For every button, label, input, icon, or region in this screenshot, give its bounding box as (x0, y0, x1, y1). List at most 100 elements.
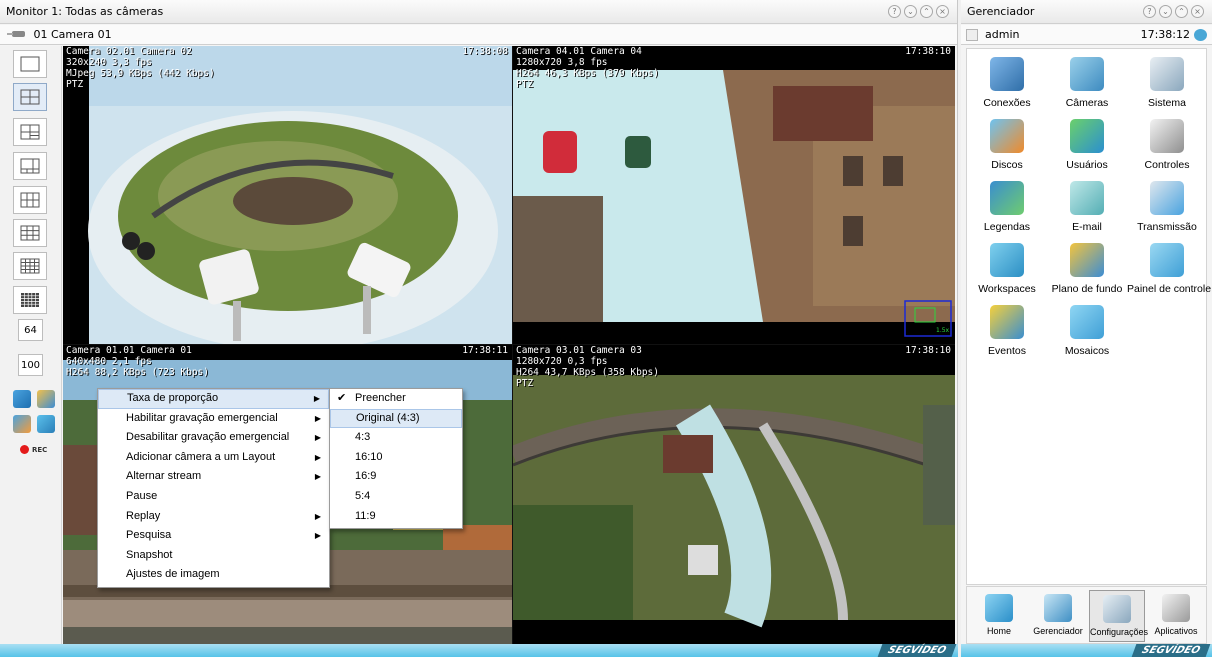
mosaics-icon (1070, 305, 1104, 339)
nav-configuracoes[interactable]: Configurações (1089, 590, 1148, 642)
submenu-arrow-icon: ▶ (314, 433, 321, 443)
tile-discos[interactable]: Discos (967, 111, 1047, 173)
tile-sistema[interactable]: Sistema (1127, 49, 1207, 111)
manager-clock: 17:38:12 (1140, 28, 1190, 41)
camera-osd-01: Camera 01.01 Camera 01 640x480 2,1 fps H… (66, 345, 209, 378)
layout-5x5-icon (21, 293, 39, 307)
menu-item-disable-emergency-rec[interactable]: Desabilitar gravação emergencial ▶ (98, 428, 329, 448)
layout-1plus5-button[interactable] (13, 152, 47, 180)
menu-item-replay[interactable]: Replay ▶ (98, 507, 329, 527)
camera-tile-03[interactable]: Camera 03.01 Camera 03 1280x720 0,3 fps … (513, 345, 955, 644)
camera-tile-04[interactable]: 1.5x Camera 04.01 Camera 04 1280x720 3,8… (513, 46, 955, 344)
tile-label: Painel de controle (1127, 283, 1212, 295)
tile-mosaicos[interactable]: Mosaicos (1047, 297, 1127, 359)
nav-label: Home (986, 626, 1011, 636)
submenu-item-5-4[interactable]: 5:4 (330, 487, 462, 507)
tile-plano-de-fundo[interactable]: Plano de fundo (1047, 235, 1127, 297)
osd-ptz: PTZ (516, 79, 534, 90)
mini-osd-label: 1.5x (936, 327, 950, 334)
menu-item-switch-stream[interactable]: Alternar stream ▶ (98, 467, 329, 487)
aspect-ratio-submenu: ✔ Preencher Original (4:3) 4:3 16:10 16:9… (329, 388, 463, 529)
nav-home[interactable]: Home (971, 590, 1027, 642)
menu-item-add-to-layout[interactable]: Adicionar câmera a um Layout ▶ (98, 448, 329, 468)
minimize-icon[interactable]: ⌄ (1159, 5, 1172, 18)
submenu-item-11-9[interactable]: 11:9 (330, 507, 462, 527)
menu-item-pause[interactable]: Pause (98, 487, 329, 507)
submenu-item-original[interactable]: Original (4:3) (330, 408, 462, 429)
status-icon (1194, 29, 1207, 41)
maximize-icon[interactable]: ⌃ (920, 5, 933, 18)
submenu-item-fill[interactable]: ✔ Preencher (330, 389, 462, 409)
tile-label: Câmeras (1065, 97, 1109, 109)
tile-transmissao[interactable]: Transmissão (1127, 173, 1207, 235)
menu-label: Adicionar câmera a um Layout (126, 450, 276, 463)
layout-toolbar: 64 100 REC (0, 46, 62, 644)
menu-label: Pause (126, 490, 158, 502)
manager-window-controls: ? ⌄ ⌃ × (1143, 5, 1204, 18)
fullscreen-icon[interactable] (37, 415, 55, 433)
menu-label: Taxa de proporção (127, 392, 219, 404)
tile-usuarios[interactable]: Usuários (1047, 111, 1127, 173)
tile-cameras[interactable]: Câmeras (1047, 49, 1127, 111)
users-icon[interactable] (13, 415, 31, 433)
manager-titlebar: Gerenciador ? ⌄ ⌃ × (961, 0, 1212, 24)
workspace-icon[interactable] (13, 390, 31, 408)
nav-aplicativos[interactable]: Aplicativos (1148, 590, 1204, 642)
tile-eventos[interactable]: Eventos (967, 297, 1047, 359)
tile-conexoes[interactable]: Conexões (967, 49, 1047, 111)
check-icon: ✔ (337, 392, 347, 404)
menu-item-enable-emergency-rec[interactable]: Habilitar gravação emergencial ▶ (98, 409, 329, 429)
menu-item-snapshot[interactable]: Snapshot (98, 546, 329, 566)
tile-label: Legendas (983, 221, 1031, 233)
nav-label: Aplicativos (1154, 626, 1198, 636)
osd-bitrate: H264 88,2 KBps (723 Kbps) (66, 367, 209, 378)
submenu-label: Original (4:3) (356, 411, 420, 424)
maximize-icon[interactable]: ⌃ (1175, 5, 1188, 18)
menu-label: Desabilitar gravação emergencial (126, 431, 290, 444)
close-icon[interactable]: × (1191, 5, 1204, 18)
tile-label: E-mail (1072, 221, 1102, 233)
nav-label: Gerenciador (1033, 626, 1083, 636)
manager-user-bar: admin 17:38:12 (961, 25, 1212, 45)
menu-item-aspect-ratio[interactable]: Taxa de proporção ▶ (98, 389, 329, 409)
user-name: admin (985, 28, 1020, 41)
close-icon[interactable]: × (936, 5, 949, 18)
layout-2x2-button[interactable] (13, 83, 47, 111)
menu-item-search[interactable]: Pesquisa ▶ (98, 526, 329, 546)
nav-gerenciador[interactable]: Gerenciador (1030, 590, 1086, 642)
layout-3x3-alt-icon (20, 192, 40, 208)
layout-1plus3-button[interactable] (13, 118, 47, 146)
submenu-item-16-9[interactable]: 16:9 (330, 467, 462, 487)
layout-4x4-button[interactable] (13, 252, 47, 280)
camera-tile-02[interactable]: Camera 02.01 Camera 02 320x240 3,3 fps M… (63, 46, 512, 344)
layout-1plus5-icon (20, 158, 40, 174)
submenu-item-16-10[interactable]: 16:10 (330, 448, 462, 468)
rec-button[interactable]: REC (20, 445, 47, 454)
layout-100-button[interactable]: 100 (18, 354, 43, 376)
keyboard-icon (1150, 119, 1184, 153)
minimize-icon[interactable]: ⌄ (904, 5, 917, 18)
tile-controles[interactable]: Controles (1127, 111, 1207, 173)
events-icon (990, 305, 1024, 339)
tile-email[interactable]: E-mail (1047, 173, 1127, 235)
captions-icon (990, 181, 1024, 215)
layout-5x5-button[interactable] (13, 286, 47, 314)
tile-painel-de-controle[interactable]: Painel de controle (1127, 235, 1212, 297)
layout-3x3-alt-button[interactable] (13, 186, 47, 214)
help-icon[interactable]: ? (888, 5, 901, 18)
layout-3x3-button[interactable] (13, 219, 47, 247)
tile-workspaces[interactable]: Workspaces (967, 235, 1047, 297)
help-icon[interactable]: ? (1143, 5, 1156, 18)
tile-legendas[interactable]: Legendas (967, 173, 1047, 235)
map-icon[interactable] (37, 390, 55, 408)
menu-label: Habilitar gravação emergencial (126, 411, 278, 424)
brand-logo: SEGVÍDEO (1131, 644, 1211, 657)
camera-time-01: 17:38:11 (462, 345, 508, 356)
submenu-item-4-3[interactable]: 4:3 (330, 428, 462, 448)
settings-icon (1103, 595, 1131, 623)
menu-item-image-adjustments[interactable]: Ajustes de imagem (98, 565, 329, 585)
camera-icon (7, 31, 25, 37)
layout-64-label: 64 (24, 324, 37, 336)
layout-64-button[interactable]: 64 (18, 319, 43, 341)
layout-1x1-button[interactable] (13, 50, 47, 78)
